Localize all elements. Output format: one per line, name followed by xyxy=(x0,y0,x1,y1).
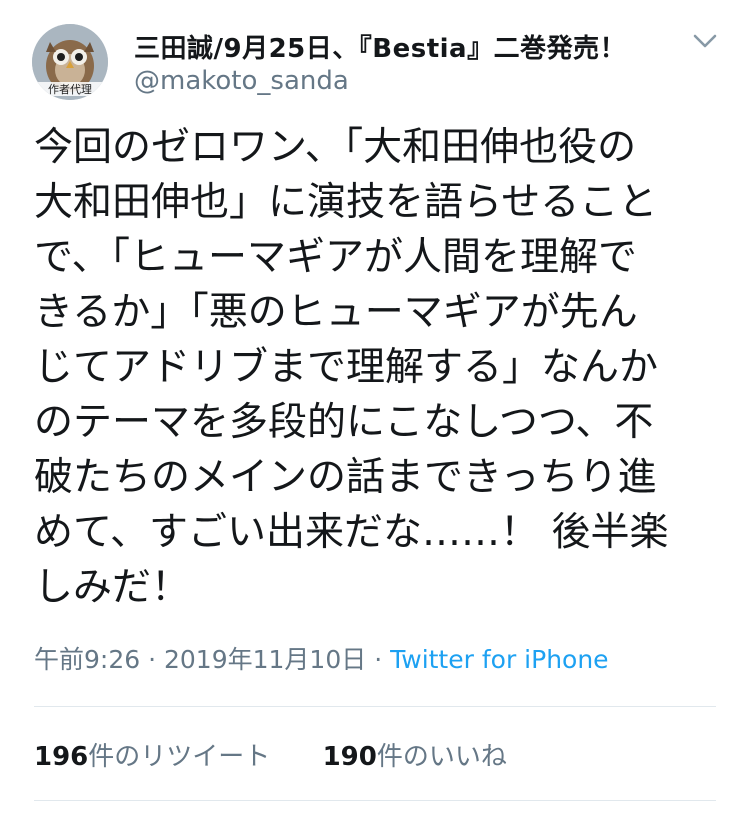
tweet-meta: 午前9:26 · 2019年11月10日 · Twitter for iPhon… xyxy=(34,640,609,676)
tweet-date[interactable]: 2019年11月10日 xyxy=(164,645,366,674)
tweet-text: 今回のゼロワン、「大和田伸也役の 大和田伸也」に演技を語らせること で、「ヒュー… xyxy=(34,125,669,610)
like-label: 件のいいね xyxy=(376,742,507,772)
meta-separator: · xyxy=(374,645,383,674)
chevron-down-icon xyxy=(693,34,717,48)
divider xyxy=(34,706,716,707)
tweet-time[interactable]: 午前9:26 xyxy=(34,645,140,674)
display-name[interactable]: 三田誠/9月25日、『Bestia』二巻発売！ xyxy=(134,28,626,65)
avatar-caption: 作者代理 xyxy=(48,83,92,96)
tweet-menu-button[interactable] xyxy=(690,30,720,52)
retweet-count: 196 xyxy=(34,742,89,772)
retweet-count-link[interactable]: 196件のリツイート xyxy=(34,736,270,773)
like-count-link[interactable]: 190件のいいね xyxy=(323,736,507,773)
tweet-card: 作者代理 三田誠/9月25日、『Bestia』二巻発売！ @makoto_san… xyxy=(0,0,750,814)
like-count: 190 xyxy=(322,742,377,772)
meta-separator: · xyxy=(148,645,157,674)
tweet-header: 作者代理 三田誠/9月25日、『Bestia』二巻発売！ @makoto_san… xyxy=(0,0,750,112)
avatar[interactable]: 作者代理 xyxy=(32,24,108,100)
tweet-source-link[interactable]: Twitter for iPhone xyxy=(390,645,608,674)
retweet-label: 件のリツイート xyxy=(88,742,271,772)
user-handle[interactable]: @makoto_sanda xyxy=(134,66,349,96)
divider xyxy=(34,800,716,801)
tweet-stats: 196件のリツイート 190件のいいね xyxy=(34,736,551,773)
owl-avatar-icon: 作者代理 xyxy=(32,24,108,100)
